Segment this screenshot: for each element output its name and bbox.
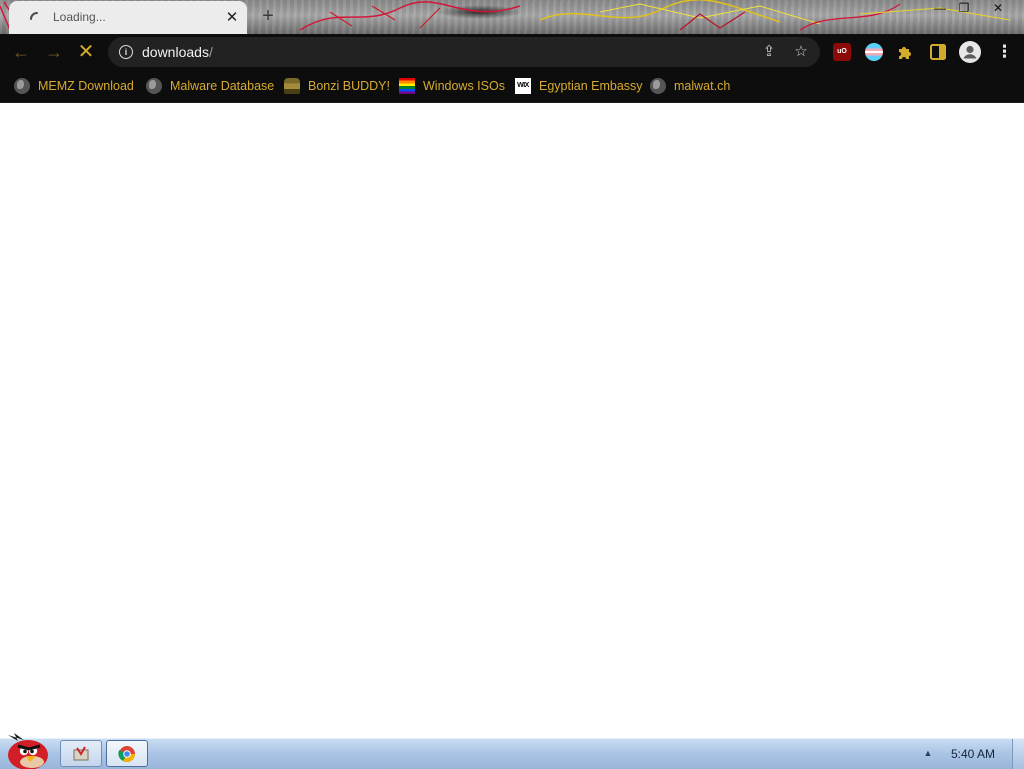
taskbar-app-button[interactable] xyxy=(60,740,102,767)
globe-icon xyxy=(650,78,666,94)
bookmark-malwatch[interactable]: malwat.ch xyxy=(650,76,730,96)
tab-close-icon[interactable]: ✕ xyxy=(223,9,241,27)
taskbar-clock[interactable]: 5:40 AM xyxy=(951,747,995,761)
site-info-icon[interactable]: i xyxy=(119,45,133,59)
title-bar: Loading... ✕ + — ❐ ✕ xyxy=(0,0,1024,34)
maximize-button[interactable]: ❐ xyxy=(952,0,976,16)
bookmark-windows-isos[interactable]: Windows ISOs xyxy=(399,76,505,96)
close-window-button[interactable]: ✕ xyxy=(986,0,1010,16)
rainbow-flag-icon xyxy=(399,78,415,94)
bookmark-label: Egyptian Embassy xyxy=(539,79,643,93)
minimize-button[interactable]: — xyxy=(928,0,952,16)
side-panel-icon[interactable] xyxy=(929,43,947,61)
page-content-area[interactable] xyxy=(0,103,1024,738)
bookmarks-bar: MEMZ Download Malware Database Bonzi BUD… xyxy=(0,70,1024,103)
bookmark-label: Bonzi BUDDY! xyxy=(308,79,390,93)
chrome-icon xyxy=(118,746,135,762)
angry-bird-start-icon[interactable] xyxy=(2,731,50,769)
tab-title: Loading... xyxy=(53,10,106,24)
bookmark-label: Windows ISOs xyxy=(423,79,505,93)
kebab-menu-icon[interactable]: ⋮ xyxy=(996,43,1013,61)
stop-loading-button[interactable]: ✕ xyxy=(75,41,97,63)
bookmark-label: malwat.ch xyxy=(674,79,731,93)
globe-icon xyxy=(14,78,30,94)
bookmark-label: MEMZ Download xyxy=(38,79,134,93)
browser-toolbar: ← → ✕ i downloads/ ⇪ ☆ uO ⋮ xyxy=(0,34,1024,70)
bookmark-egyptian-embassy[interactable]: WIX Egyptian Embassy xyxy=(515,76,643,96)
taskbar-chrome-button[interactable] xyxy=(106,740,148,767)
taskbar: ▲ 5:40 AM xyxy=(0,733,1024,769)
loading-spinner-icon xyxy=(30,12,38,20)
globe-icon xyxy=(146,78,162,94)
bookmark-star-icon[interactable]: ☆ xyxy=(792,43,810,61)
back-button[interactable]: ← xyxy=(10,41,32,63)
tray-overflow-arrow-icon[interactable]: ▲ xyxy=(923,748,933,758)
bonzi-icon xyxy=(284,78,300,94)
url-host: downloads xyxy=(142,44,209,60)
share-icon[interactable]: ⇪ xyxy=(760,43,778,61)
flag-extension-icon[interactable] xyxy=(865,43,883,61)
url-text[interactable]: downloads/ xyxy=(142,44,213,60)
puzzle-icon[interactable] xyxy=(896,43,914,61)
new-tab-button[interactable]: + xyxy=(258,6,278,26)
bookmark-memz-download[interactable]: MEMZ Download xyxy=(14,76,134,96)
address-bar[interactable]: i downloads/ ⇪ ☆ xyxy=(108,37,820,67)
ublock-origin-icon[interactable]: uO xyxy=(833,43,851,61)
browser-tab[interactable]: Loading... ✕ xyxy=(9,1,247,34)
url-path: / xyxy=(208,44,213,60)
bookmark-malware-database[interactable]: Malware Database xyxy=(146,76,274,96)
forward-button[interactable]: → xyxy=(43,41,65,63)
bookmark-label: Malware Database xyxy=(170,79,275,93)
show-desktop-button[interactable] xyxy=(1012,739,1024,769)
app-window-icon xyxy=(73,746,89,761)
bookmark-bonzi-buddy[interactable]: Bonzi BUDDY! xyxy=(284,76,390,96)
wix-icon: WIX xyxy=(515,78,531,94)
profile-avatar-icon[interactable] xyxy=(959,41,981,63)
